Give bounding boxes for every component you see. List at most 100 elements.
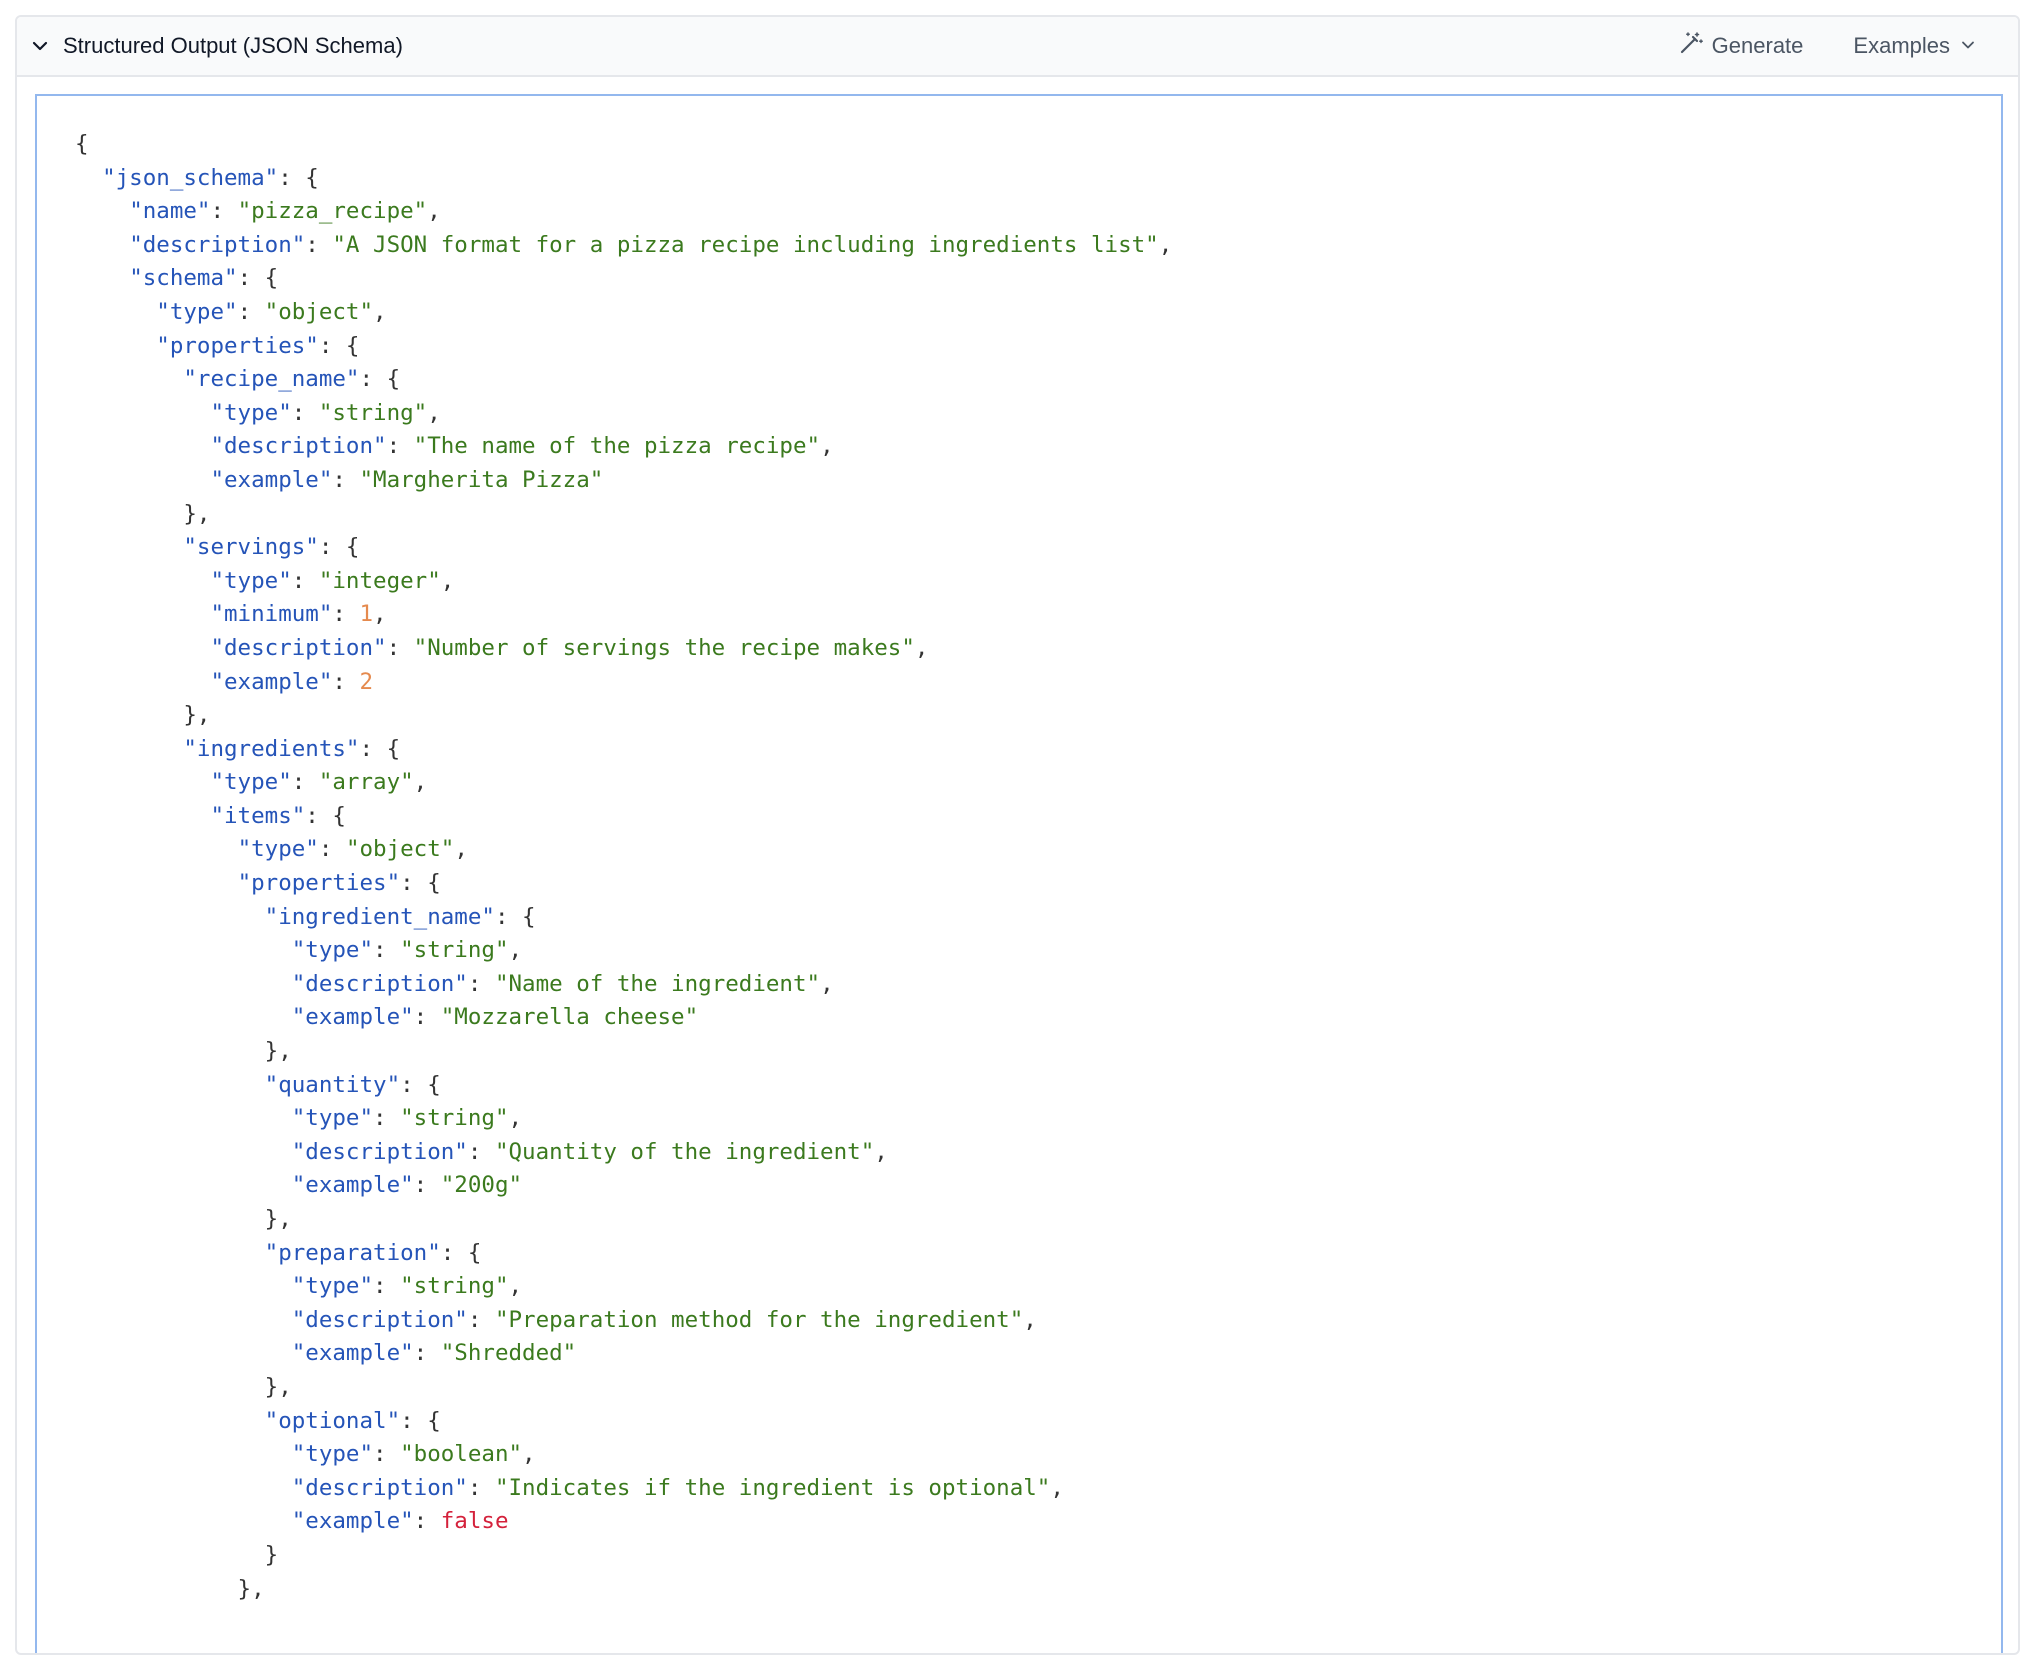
code-token: "ingredients" [183, 735, 360, 762]
code-token: , [820, 970, 834, 997]
code-token: : [373, 1105, 401, 1132]
code-line: "type": "object", [75, 833, 1172, 867]
code-token: : { [400, 1407, 441, 1434]
code-token: "object" [345, 836, 455, 863]
code-token: : [291, 399, 319, 426]
code-token: "optional" [264, 1407, 401, 1434]
header-actions: Generate Examples [1678, 17, 1976, 75]
code-token: : { [494, 903, 536, 930]
code-token: , [454, 836, 468, 863]
examples-dropdown[interactable]: Examples [1853, 17, 1976, 75]
code-token: "boolean" [400, 1441, 523, 1468]
code-token: : { [237, 265, 279, 292]
code-token: "200g" [440, 1172, 523, 1199]
code-token: "ingredient_name" [264, 903, 495, 930]
generate-button[interactable]: Generate [1678, 17, 1803, 75]
code-line: "quantity": { [75, 1069, 1172, 1103]
code-token: , [522, 1441, 536, 1468]
code-token: "example" [291, 1004, 414, 1031]
collapse-toggle[interactable]: Structured Output (JSON Schema) [17, 17, 403, 75]
code-token: : [373, 1441, 401, 1468]
code-token: , [508, 937, 523, 964]
code-token: , [1023, 1306, 1037, 1333]
code-line: "example": "200g" [75, 1169, 1172, 1203]
code-token: "servings" [183, 534, 319, 561]
code-token: : { [305, 802, 346, 829]
code-token: : [318, 836, 346, 863]
code-line: "example": "Mozzarella cheese" [75, 1001, 1172, 1035]
code-token: "example" [291, 1172, 414, 1199]
code-line: "ingredients": { [75, 733, 1172, 767]
code-token: "description" [291, 1138, 468, 1165]
code-token: "Quantity of the ingredient" [494, 1138, 875, 1165]
code-token: "properties" [237, 870, 401, 897]
code-token: 2 [359, 668, 374, 695]
code-token: "type" [237, 836, 319, 863]
code-token: "string" [318, 399, 428, 426]
code-token: "type" [210, 399, 292, 426]
code-token: , [373, 601, 387, 628]
code-token: }, [75, 500, 211, 527]
code-line: }, [75, 1573, 1172, 1607]
code-token: : [467, 1474, 495, 1501]
code-token: , [508, 1273, 523, 1300]
code-token: , [820, 433, 834, 460]
json-schema-editor[interactable]: { "json_schema": { "name": "pizza_recipe… [35, 94, 2003, 1653]
code-token: "schema" [129, 265, 238, 292]
code-line: }, [75, 1203, 1172, 1237]
code-token: "Shredded" [440, 1340, 577, 1367]
code-token: "Margherita Pizza" [359, 466, 604, 493]
code-token: "The name of the pizza recipe" [413, 433, 821, 460]
code-token: "Name of the ingredient" [494, 970, 821, 997]
chevron-down-icon [1960, 33, 1976, 59]
code-line: "example": false [75, 1505, 1172, 1539]
code-line: "example": 2 [75, 666, 1172, 700]
code-token: "Mozzarella cheese" [440, 1004, 699, 1031]
code-token: "pizza_recipe" [237, 198, 428, 225]
code-token: : { [318, 332, 360, 359]
code-token: "example" [291, 1340, 414, 1367]
code-token: "recipe_name" [183, 366, 360, 393]
code-token: "type" [291, 937, 374, 964]
code-line: "servings": { [75, 531, 1172, 565]
code-token: "example" [210, 668, 333, 695]
code-content[interactable]: { "json_schema": { "name": "pizza_recipe… [75, 128, 1172, 1606]
code-token: "integer" [318, 567, 441, 594]
code-token: "description" [291, 1306, 468, 1333]
code-token: : [386, 634, 414, 661]
code-token: , [440, 567, 455, 594]
code-line: "type": "object", [75, 296, 1172, 330]
code-token: "properties" [156, 332, 319, 359]
panel-title: Structured Output (JSON Schema) [63, 33, 403, 58]
code-token: : [413, 1172, 441, 1199]
code-token: "items" [210, 802, 306, 829]
code-line: }, [75, 699, 1172, 733]
code-token: "object" [264, 298, 374, 325]
code-token: , [874, 1138, 888, 1165]
code-line: { [75, 128, 1172, 162]
code-token: , [413, 769, 428, 796]
code-token: "type" [291, 1273, 374, 1300]
code-token: , [1050, 1474, 1064, 1501]
code-token: "example" [291, 1508, 414, 1535]
code-line: "example": "Shredded" [75, 1337, 1172, 1371]
code-token: "description" [291, 1474, 468, 1501]
magic-wand-icon [1678, 30, 1704, 62]
